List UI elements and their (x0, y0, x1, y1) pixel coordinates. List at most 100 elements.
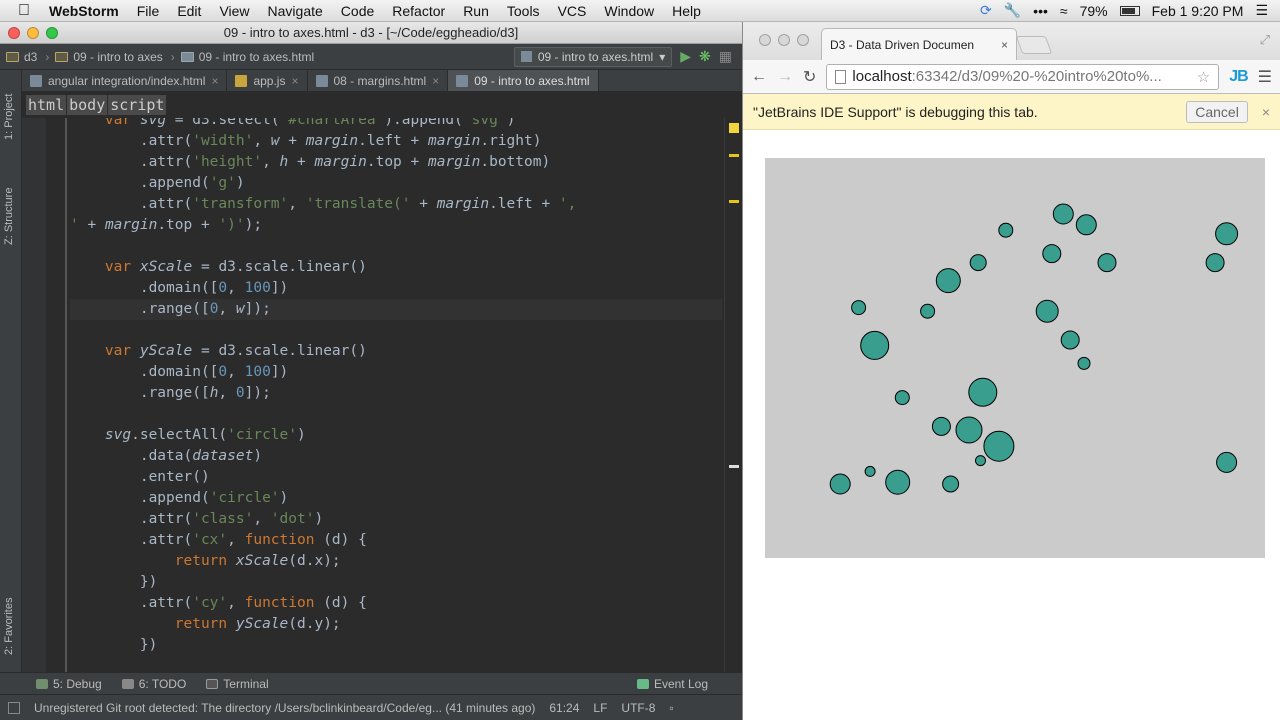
tab-app-js[interactable]: app.js × (227, 70, 308, 91)
left-tool-strip: 1: Project Z: Structure 2: Favorites (0, 70, 22, 672)
tool-window-bar: 5: Debug 6: TODO Terminal Event Log (0, 672, 742, 694)
marker[interactable] (729, 465, 739, 468)
scatter-dot (1060, 330, 1080, 350)
nav-crumb-file[interactable]: 09 - intro to axes.html (180, 50, 322, 64)
fullscreen-icon[interactable]: ⤢ (1260, 32, 1270, 48)
menu-edit[interactable]: Edit (168, 3, 210, 19)
scatter-dot (1035, 299, 1059, 323)
close-icon[interactable]: × (1262, 104, 1270, 120)
folder-icon (6, 51, 19, 62)
back-icon[interactable]: ← (751, 68, 767, 86)
nav-crumb-project[interactable]: d3 (6, 50, 45, 64)
scatter-dot (1077, 356, 1091, 370)
scatter-dot (851, 300, 867, 316)
nav-crumb-folder[interactable]: 09 - intro to axes (55, 50, 170, 64)
menu-view[interactable]: View (210, 3, 258, 19)
html-file-icon (30, 74, 42, 87)
scatter-dot (1097, 253, 1117, 273)
favorites-tool-tab[interactable]: 2: Favorites (3, 575, 15, 655)
minimize-window-button[interactable] (778, 34, 790, 46)
battery-icon[interactable] (1119, 5, 1140, 16)
scatter-dot (1052, 203, 1074, 225)
close-window-button[interactable] (8, 26, 20, 39)
warning-marker[interactable] (729, 123, 739, 133)
toggle-tool-windows-icon[interactable] (8, 701, 20, 714)
close-icon[interactable]: × (211, 74, 218, 88)
menu-help[interactable]: Help (663, 3, 710, 19)
tag-breadcrumb: html body script (22, 92, 742, 118)
tab-angular-integration[interactable]: angular integration/index.html × (22, 70, 228, 91)
status-message[interactable]: Unregistered Git root detected: The dire… (34, 701, 535, 715)
file-encoding[interactable]: UTF-8 (621, 701, 655, 715)
html-file-icon (456, 74, 469, 87)
list-icon[interactable]: ☰ (1255, 2, 1268, 19)
scatter-dot (975, 455, 986, 467)
scatter-dot (920, 303, 936, 319)
menu-run[interactable]: Run (454, 3, 498, 19)
jetbrains-extension-icon[interactable]: JB (1229, 68, 1248, 86)
menu-file[interactable]: File (128, 3, 169, 19)
debug-tool-button[interactable]: 5: Debug (0, 677, 112, 691)
menu-tools[interactable]: Tools (498, 3, 549, 19)
chart-area (765, 158, 1265, 558)
sync-icon[interactable]: ⟳ (980, 2, 992, 19)
line-separator[interactable]: LF (593, 701, 607, 715)
lock-icon[interactable]: ▫ (669, 701, 673, 715)
star-icon[interactable]: ☆ (1197, 68, 1210, 86)
event-log-button[interactable]: Event Log (627, 677, 742, 691)
menu-code[interactable]: Code (332, 3, 383, 19)
battery-percent[interactable]: 79% (1080, 3, 1108, 19)
caret-position[interactable]: 61:24 (549, 701, 579, 715)
menu-vcs[interactable]: VCS (549, 3, 596, 19)
close-window-button[interactable] (759, 34, 771, 46)
new-tab-button[interactable] (1015, 36, 1053, 54)
zoom-window-button[interactable] (46, 26, 58, 39)
coverage-icon[interactable]: ▦ (719, 48, 732, 65)
close-icon[interactable]: × (1001, 38, 1008, 52)
reload-icon[interactable]: ↻ (803, 67, 816, 87)
minimize-window-button[interactable] (27, 26, 39, 39)
breadcrumb-script[interactable]: script (108, 95, 167, 115)
folder-icon (55, 51, 69, 62)
menu-window[interactable]: Window (595, 3, 663, 19)
browser-tab[interactable]: D3 - Data Driven Documen × (821, 28, 1017, 60)
clock[interactable]: Feb 1 9:20 PM (1152, 3, 1244, 19)
address-bar[interactable]: localhost:63342/d3/09%20-%20intro%20to%.… (826, 63, 1220, 90)
ide-window: 09 - intro to axes.html - d3 - [~/Code/e… (0, 22, 742, 720)
menu-navigate[interactable]: Navigate (259, 3, 332, 19)
scatter-dot (969, 254, 987, 272)
app-menu-webstorm[interactable]: WebStorm (40, 3, 128, 19)
debug-icon[interactable]: ❋ (699, 48, 711, 65)
cancel-button[interactable]: Cancel (1186, 100, 1248, 123)
wifi-icon[interactable]: ≈ (1060, 3, 1068, 19)
marker[interactable] (729, 154, 739, 157)
tab-intro-to-axes[interactable]: 09 - intro to axes.html (448, 70, 599, 91)
project-tool-tab[interactable]: 1: Project (3, 80, 15, 140)
terminal-tool-button[interactable]: Terminal (196, 677, 278, 691)
breadcrumb-html[interactable]: html (26, 95, 67, 115)
forward-icon[interactable]: → (777, 68, 793, 86)
zoom-window-button[interactable] (797, 34, 809, 46)
scatter-dot (1216, 451, 1238, 473)
menu-refactor[interactable]: Refactor (383, 3, 454, 19)
tab-margins[interactable]: 08 - margins.html × (308, 70, 449, 91)
code-editor[interactable]: var svg = d3.select('#chartArea').append… (22, 118, 742, 672)
structure-tool-tab[interactable]: Z: Structure (3, 165, 15, 245)
more-icon[interactable]: ••• (1033, 3, 1048, 19)
close-icon[interactable]: × (432, 74, 439, 88)
apple-icon[interactable]:  (0, 2, 40, 20)
mac-menubar:  WebStorm File Edit View Navigate Code … (0, 0, 1280, 22)
close-icon[interactable]: × (291, 74, 298, 88)
run-config-select[interactable]: 09 - intro to axes.html ▾ (513, 46, 673, 67)
chevron-right-icon: › (170, 49, 175, 64)
page-content (743, 130, 1280, 720)
marker[interactable] (729, 200, 739, 203)
scatter-dot (931, 416, 951, 436)
menu-icon[interactable]: ☰ (1258, 67, 1272, 87)
breadcrumb-body[interactable]: body (67, 95, 108, 115)
editor-scrollbar[interactable] (724, 118, 742, 672)
run-icon[interactable]: ▶ (680, 48, 691, 65)
code-text[interactable]: var svg = d3.select('#chartArea').append… (70, 118, 722, 656)
todo-tool-button[interactable]: 6: TODO (112, 677, 197, 691)
wrench-icon[interactable]: 🔧 (1004, 2, 1021, 19)
